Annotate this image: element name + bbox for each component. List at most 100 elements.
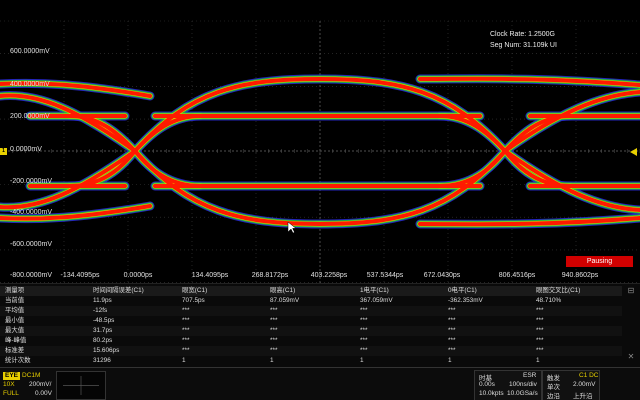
trigger-panel[interactable]: 触发 C1 DC 单次 2.00mV 边沿 上升沿 [542,370,600,400]
trigger-level-marker[interactable] [630,148,637,156]
measurement-value: *** [270,317,278,324]
measurement-value: 80.2ps [93,337,113,344]
probe-ratio[interactable]: 10X [3,381,15,388]
measurement-row: 平均值 -12fs *** *** *** *** *** [0,306,622,316]
measurement-value: *** [360,347,368,354]
trigger-type: 边沿 [547,393,560,400]
volts-per-div[interactable]: 200mV/ [29,381,51,388]
x-tick-label: -134.4095ps [60,272,100,279]
clock-info: Clock Rate: 1.2500G Seg Num: 31.109k UI [490,29,557,51]
column-header[interactable]: 时间间隔误差(C1) [93,286,144,296]
measurement-value: *** [448,337,456,344]
measurement-value: 1 [536,357,540,364]
column-header[interactable]: 0电平(C1) [448,286,477,296]
measurement-value: 1 [448,357,452,364]
y-tick-label: 0.0000mV [10,146,42,153]
measurement-value: *** [360,307,368,314]
y-tick-label: 400.0000mV [10,81,50,88]
measurement-value: *** [536,317,544,324]
y-tick-label: 200.0000mV [10,113,50,120]
measurement-value: *** [270,337,278,344]
measurement-value: -12fs [93,307,108,314]
eye-trace [500,146,640,215]
coupling-label: DC1M [22,372,41,379]
bandwidth-limit[interactable]: FULL [3,390,19,397]
channel-offset[interactable]: 0.00V [35,390,52,397]
sample-rate: 10.0GSa/s [507,390,538,397]
timebase-panel[interactable]: 时基 ESR 0.00s 100ns/div 10.0kpts 10.0GSa/… [474,370,542,400]
row-label: 峰-峰值 [5,337,27,344]
column-header[interactable]: 眼高(C1) [270,286,295,296]
measurement-value: *** [182,307,190,314]
x-tick-label: 134.4095ps [191,272,229,279]
measurement-row: 统计次数 31296 1 1 1 1 1 [0,356,622,366]
close-icon[interactable]: ✕ [626,352,636,362]
measurement-value: *** [360,337,368,344]
timebase-delay: 0.00s [479,381,495,388]
measurement-value: 1 [360,357,364,364]
column-header[interactable]: 眼宽(C1) [182,286,207,296]
y-tick-label: -600.0000mV [10,241,53,248]
eye-trace [0,93,138,154]
measurement-value: -362.353mV [448,297,483,304]
measurement-value: 31296 [93,357,111,364]
x-tick-label: 806.4516ps [498,272,536,279]
waveform-display[interactable]: 600.0000mV 400.0000mV 200.0000mV 0.0000m… [0,0,640,283]
x-tick-label: 0.0000ps [123,272,153,279]
measurement-value: *** [270,347,278,354]
y-tick-label: 600.0000mV [10,48,50,55]
status-bar: EYE DC1M 10X 200mV/ FULL 0.00V 时基 ESR 0.… [0,367,640,400]
measurement-value: -48.5ps [93,317,115,324]
segment-number: Seg Num: 31.109k UI [490,42,557,49]
eye-trace [0,92,139,155]
measurement-value: *** [448,307,456,314]
row-label: 标准差 [5,347,25,354]
channel-offset-marker[interactable]: 1 [0,148,7,155]
measurement-value: *** [448,327,456,334]
time-per-div: 100ns/div [509,381,537,388]
row-label: 最小值 [5,317,25,324]
eye-mode-badge[interactable]: EYE [3,372,20,380]
measurement-panel: 测量项 时间间隔误差(C1) 眼宽(C1) 眼高(C1) 1电平(C1) 0电平… [0,283,640,368]
measurement-value: 707.5ps [182,297,205,304]
panel-toggle-icon[interactable]: ⊟ [626,286,636,296]
measurement-value: *** [360,317,368,324]
memory-depth: 10.0kpts [479,390,504,397]
trigger-level: 2.00mV [573,381,596,388]
measurement-value: *** [536,307,544,314]
measurement-value: 15.606ps [93,347,120,354]
row-label: 最大值 [5,327,25,334]
measurement-value: 48.710% [536,297,562,304]
measurement-value: 1 [182,357,186,364]
measurement-value: 87.059mV [270,297,300,304]
measurement-value: *** [182,337,190,344]
oscilloscope-screen: 600.0000mV 400.0000mV 200.0000mV 0.0000m… [0,0,640,400]
row-label: 统计次数 [5,357,31,364]
row-label: 当前值 [5,297,25,304]
clock-rate: Clock Rate: 1.2500G [490,31,555,38]
measurement-value: 31.7ps [93,327,113,334]
measurement-value: *** [536,347,544,354]
navigator-minimap[interactable] [56,371,106,400]
measurement-header-row: 测量项 时间间隔误差(C1) 眼宽(C1) 眼高(C1) 1电平(C1) 0电平… [0,286,622,296]
measurement-value: *** [270,327,278,334]
measurement-value: 367.059mV [360,297,393,304]
row-label: 平均值 [5,307,25,314]
column-header[interactable]: 眼图交叉比(C1) [536,286,580,296]
measurement-value: *** [182,317,190,324]
y-tick-label: -800.0000mV [10,272,53,279]
column-header[interactable]: 1电平(C1) [360,286,389,296]
acquisition-mode: ESR [523,372,537,379]
measurement-side-controls: ⊟ ✕ [622,284,640,368]
measurement-value: *** [448,347,456,354]
trigger-source: C1 DC [579,372,599,379]
measurement-value: *** [182,327,190,334]
measurement-value: *** [536,337,544,344]
measurement-row: 当前值 11.9ps 707.5ps 87.059mV 367.059mV -362.35… [0,296,622,306]
measurement-value: 11.9ps [93,297,112,304]
y-tick-label: -200.0000mV [10,178,53,185]
eye-trace [0,93,137,153]
graticule [0,20,640,283]
measurement-value: *** [182,347,190,354]
measurement-row: 最大值 31.7ps *** *** *** *** *** [0,326,622,336]
